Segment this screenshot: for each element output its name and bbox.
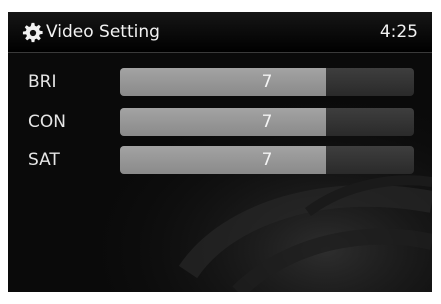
slider-value: 7 [261, 112, 273, 132]
slider-value: 7 [261, 72, 273, 92]
setting-label: BRI [28, 72, 57, 92]
page-title: Video Setting [46, 22, 160, 42]
brightness-slider[interactable]: 7 [120, 68, 414, 96]
title-bar: Video Setting 4:25 [8, 12, 432, 53]
setting-row-brightness: BRI 7 [8, 68, 432, 96]
clock-time: 4:25 [379, 22, 418, 42]
gear-icon [22, 22, 43, 43]
setting-label: SAT [28, 150, 60, 170]
slider-value: 7 [261, 150, 273, 170]
contrast-slider[interactable]: 7 [120, 108, 414, 136]
setting-label: CON [28, 112, 66, 132]
video-setting-screen: Video Setting 4:25 BRI 7 CON 7 SAT 7 [8, 12, 432, 292]
setting-row-saturation: SAT 7 [8, 146, 432, 174]
saturation-slider[interactable]: 7 [120, 146, 414, 174]
setting-row-contrast: CON 7 [8, 108, 432, 136]
